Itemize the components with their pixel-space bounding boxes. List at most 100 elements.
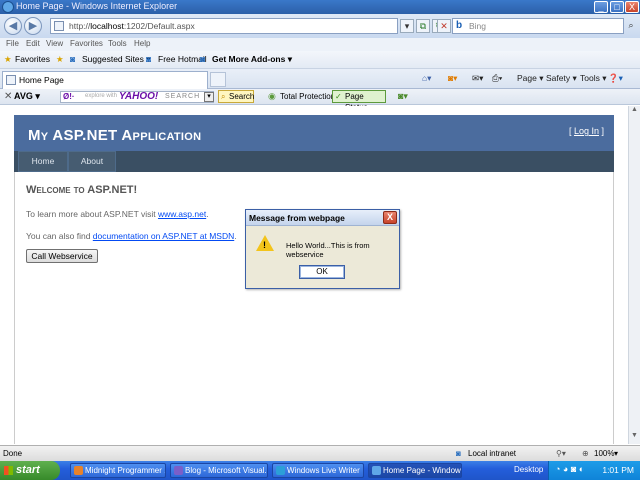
start-button[interactable]: start (0, 461, 60, 480)
address-bar[interactable]: http://localhost:1202/Default.aspx (50, 18, 398, 34)
taskbar-task[interactable]: Home Page - Window... (368, 463, 462, 478)
call-webservice-button[interactable]: Call Webservice (26, 249, 98, 263)
zoom-icon: ⊕ (582, 449, 589, 458)
protected-mode-icon[interactable]: ⚲▾ (556, 449, 566, 458)
shield-icon: ◉ (268, 91, 276, 101)
star-icon: ★ (4, 54, 12, 64)
site-header: My ASP.NET Application [ Log In ] (14, 115, 614, 151)
system-tray: ◔ ◕ ◙ ◐ 1:01 PM (548, 461, 640, 480)
nav-about[interactable]: About (68, 151, 116, 172)
zoom-dropdown-icon[interactable]: ▾ (614, 449, 618, 458)
minimize-button[interactable]: _ (594, 1, 608, 13)
window-title-bar: Home Page - Windows Internet Explorer _ … (0, 0, 640, 14)
close-toolbar-icon[interactable]: ✕ (4, 91, 12, 102)
login-link[interactable]: Log In (574, 126, 599, 136)
task-app-icon (372, 466, 381, 475)
task-label: Windows Live Writer (287, 466, 360, 475)
status-text: Done (3, 449, 23, 458)
page-menu[interactable]: Page ▾ (517, 73, 543, 84)
page-icon (54, 21, 64, 31)
mail-icon[interactable]: ✉▾ (472, 73, 483, 84)
search-box[interactable]: b Bing (452, 18, 624, 34)
dialog-message: Hello World...This is from webservice (286, 241, 370, 259)
maximize-button[interactable]: □ (610, 1, 624, 13)
get-more-addons-link[interactable]: Get More Add-ons ▾ (212, 54, 292, 65)
suggested-sites-icon: ◙ (70, 54, 76, 64)
taskbar-task[interactable]: Blog - Microsoft Visual... (170, 463, 268, 478)
print-icon[interactable]: ⎙▾ (492, 73, 502, 84)
menu-help[interactable]: Help (134, 39, 150, 48)
search-dropdown-icon[interactable]: ▾ (204, 92, 214, 102)
address-url[interactable]: http://localhost:1202/Default.aspx (69, 21, 195, 31)
stop-icon[interactable]: ✕ (437, 19, 451, 33)
message-dialog: Message from webpage X ! Hello World...T… (245, 209, 400, 289)
yahoo-logo: YAHOO! (119, 91, 159, 102)
task-app-icon (74, 466, 83, 475)
add-favorite-icon[interactable]: ★ (56, 54, 64, 65)
search-placeholder: Bing (469, 21, 487, 31)
total-protection-link[interactable]: Total Protection (280, 92, 335, 101)
addons-icon: ◙ (200, 54, 206, 64)
menu-tools[interactable]: Tools (108, 39, 127, 48)
menu-edit[interactable]: Edit (26, 39, 40, 48)
login-display: [ Log In ] (568, 126, 604, 136)
welcome-heading: Welcome to ASP.NET! (26, 184, 138, 196)
safety-menu[interactable]: Safety ▾ (546, 73, 577, 84)
msdn-link[interactable]: documentation on ASP.NET at MSDN (93, 231, 234, 241)
task-label: Blog - Microsoft Visual... (185, 466, 268, 475)
back-button[interactable]: ◀ (4, 17, 22, 35)
suggested-sites-link[interactable]: Suggested Sites ▾ (82, 54, 151, 65)
taskbar-task[interactable]: Midnight Programmer ... (70, 463, 166, 478)
nav-home[interactable]: Home (18, 151, 68, 172)
yahoo-search-input[interactable]: Ø!· explore with YAHOO! SEARCH (60, 91, 214, 103)
address-row: ◀ ▶ http://localhost:1202/Default.aspx ▾… (0, 14, 640, 38)
search-go-icon[interactable]: ⌕ (624, 19, 638, 33)
menu-view[interactable]: View (46, 39, 63, 48)
status-bar: Done ◙ Local intranet ⚲▾ ⊕ 100% ▾ (0, 445, 640, 461)
menu-file[interactable]: File (6, 39, 19, 48)
dialog-close-button[interactable]: X (383, 211, 397, 224)
yahoo-prefix: explore with (85, 93, 118, 99)
yahoo-logo-icon: Ø!· (63, 92, 75, 101)
ok-button[interactable]: OK (299, 265, 345, 279)
tab-home-page[interactable]: Home Page (2, 71, 208, 89)
page-status-button[interactable]: ✓Page Status (332, 90, 386, 112)
new-tab-button[interactable] (210, 72, 226, 87)
avg-menu[interactable]: AVG ▾ (14, 91, 40, 102)
task-app-icon (174, 466, 183, 475)
window-title: Home Page - Windows Internet Explorer (16, 1, 178, 11)
site-nav: Home About (14, 151, 614, 172)
dialog-title: Message from webpage (249, 213, 345, 223)
tray-icons[interactable]: ◔ ◕ ◙ ◐ (555, 464, 584, 474)
favorites-bar: ★ Favorites ★ ◙ Suggested Sites ▾ ◙ Free… (0, 51, 640, 69)
desktop-toolbar[interactable]: Desktop (514, 465, 543, 474)
check-icon: ✓ (335, 92, 342, 101)
favorites-button[interactable]: Favorites (15, 54, 50, 64)
zone-text: Local intranet (468, 449, 517, 458)
taskbar-task[interactable]: Windows Live Writer (272, 463, 364, 478)
internet-explorer-icon (2, 1, 14, 13)
compatibility-view-icon[interactable]: ⧉ (416, 19, 430, 33)
scroll-down-icon[interactable]: ▼ (629, 432, 640, 443)
vertical-scrollbar[interactable]: ▲ ▼ (628, 106, 640, 444)
zoom-level[interactable]: 100% (594, 449, 614, 458)
close-window-button[interactable]: X (625, 1, 639, 13)
address-dropdown-icon[interactable]: ▾ (400, 19, 414, 33)
help-menu[interactable]: ❓▾ (608, 73, 623, 84)
search-button[interactable]: ⌕ Search (218, 90, 254, 103)
home-icon[interactable]: ⌂▾ (422, 73, 431, 84)
menu-favorites[interactable]: Favorites (70, 39, 103, 48)
clock[interactable]: 1:01 PM (602, 465, 634, 475)
scroll-up-icon[interactable]: ▲ (629, 106, 640, 117)
search-icon: ⌕ (221, 92, 226, 101)
task-label: Home Page - Window... (383, 466, 462, 475)
tab-row: Home Page ⌂▾ ◙▾ ✉▾ ⎙▾ Page ▾ Safety ▾ To… (0, 69, 640, 89)
intranet-icon: ◙ (456, 449, 461, 458)
asp-net-link[interactable]: www.asp.net (158, 209, 206, 219)
paragraph-asp-net: To learn more about ASP.NET visit www.as… (26, 209, 209, 219)
tools-menu[interactable]: Tools ▾ (580, 73, 606, 84)
avg-extra-icon[interactable]: ◙▾ (398, 91, 408, 102)
taskbar: start Desktop ◔ ◕ ◙ ◐ 1:01 PM Midnight P… (0, 461, 640, 480)
feeds-icon[interactable]: ◙▾ (448, 73, 457, 84)
forward-button[interactable]: ▶ (24, 17, 42, 35)
